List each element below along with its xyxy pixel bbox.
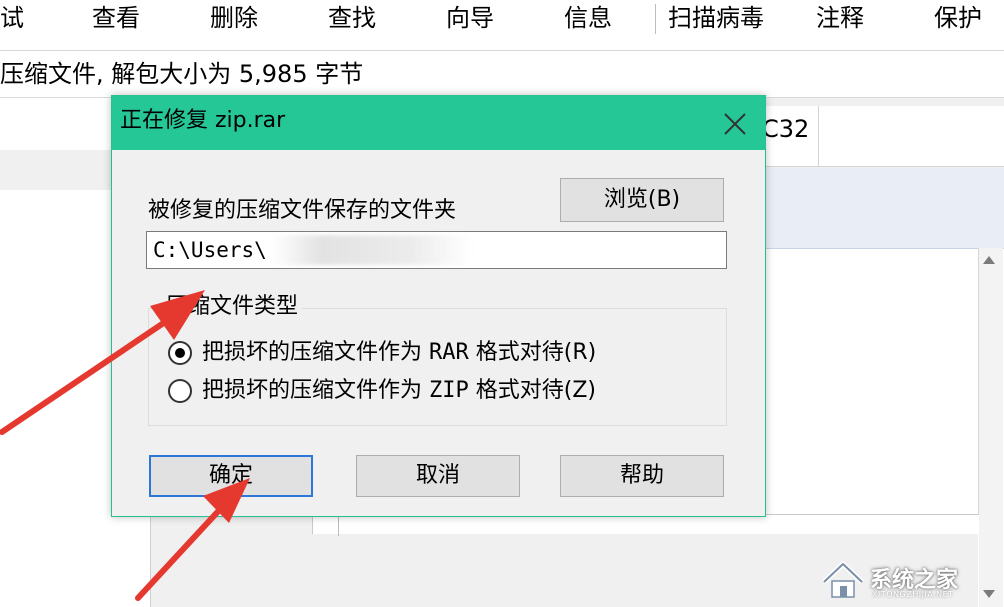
toolbar-item-comment[interactable]: 注释 [816,0,864,36]
dialog-title: 正在修复 zip.rar [120,108,286,133]
save-folder-label: 被修复的压缩文件保存的文件夹 [148,198,457,223]
file-list-panel-header [764,168,1004,249]
toolbar-item-wizard[interactable]: 向导 [446,0,494,36]
radio-treat-as-rar[interactable]: 把损坏的压缩文件作为 RAR 格式对待(R) [168,336,596,370]
watermark-subtext: XITONGZHIJIA.NET [872,590,954,599]
toolbar: 试 查看 删除 查找 向导 信息 扫描病毒 注释 保护 [0,0,1004,51]
help-button[interactable]: 帮助 [560,455,724,497]
toolbar-item-virus-scan[interactable]: 扫描病毒 [668,0,764,36]
ok-button[interactable]: 确定 [149,455,313,497]
repair-dialog: 正在修复 zip.rar 被修复的压缩文件保存的文件夹 浏览(B) 压缩文件类型… [111,95,766,517]
toolbar-item-delete[interactable]: 删除 [210,0,258,36]
file-list-header-divider[interactable] [818,106,819,166]
toolbar-separator [655,4,656,34]
dialog-titlebar[interactable]: 正在修复 zip.rar [112,96,765,150]
radio-rar-label: 把损坏的压缩文件作为 RAR 格式对待(R) [202,338,596,368]
house-logo-icon [822,561,864,598]
toolbar-item-info[interactable]: 信息 [564,0,612,36]
path-redaction [272,235,472,265]
radio-treat-as-zip[interactable]: 把损坏的压缩文件作为 ZIP 格式对待(Z) [168,374,596,408]
toolbar-item-view[interactable]: 查看 [92,0,140,36]
close-icon[interactable] [715,104,755,144]
comment-panel-divider [338,514,339,536]
radio-zip-label: 把损坏的压缩文件作为 ZIP 格式对待(Z) [202,376,596,406]
column-header-crc32[interactable]: C32 [762,112,809,146]
toolbar-item-find[interactable]: 查找 [328,0,376,36]
toolbar-item-test[interactable]: 试 [0,0,24,36]
radio-zip-label-suffix: 格式对待(Z) [468,378,596,403]
toolbar-item-protect[interactable]: 保护 [934,0,982,36]
cancel-button[interactable]: 取消 [356,455,520,497]
archive-info-text: 压缩文件, 解包大小为 5,985 字节 [0,60,364,88]
scroll-up-icon[interactable] [983,256,995,264]
radio-dot [175,348,185,358]
radio-rar-format: RAR [429,340,469,365]
radio-zip-label-prefix: 把损坏的压缩文件作为 [202,378,429,403]
browse-button[interactable]: 浏览(B) [560,178,724,222]
radio-button-checked-icon[interactable] [168,341,192,365]
vertical-scrollbar[interactable] [978,248,1003,607]
screen: 试 查看 删除 查找 向导 信息 扫描病毒 注释 保护 压缩文件, 解包大小为 … [0,0,1004,607]
watermark: 系统之家 XITONGZHIJIA.NET [820,558,1000,602]
radio-rar-label-suffix: 格式对待(R) [468,340,597,365]
archive-info-bar: 压缩文件, 解包大小为 5,985 字节 [0,51,1004,98]
radio-rar-label-prefix: 把损坏的压缩文件作为 [202,340,429,365]
archive-type-group-title: 压缩文件类型 [162,292,303,322]
radio-zip-format: ZIP [429,378,469,403]
radio-button-unchecked-icon[interactable] [168,379,192,403]
